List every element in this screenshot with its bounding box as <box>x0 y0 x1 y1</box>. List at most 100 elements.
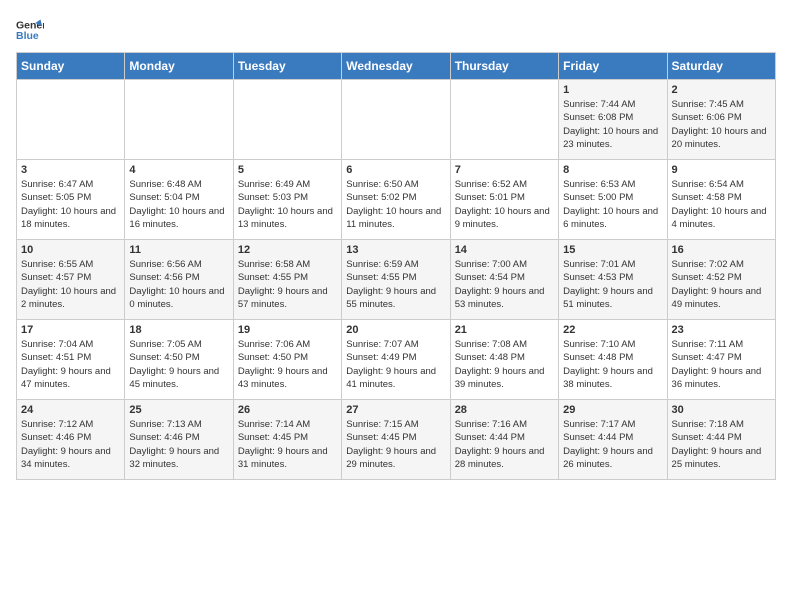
day-cell: 21 Sunrise: 7:08 AMSunset: 4:48 PMDayligh… <box>450 320 558 400</box>
day-cell <box>125 80 233 160</box>
day-number: 30 <box>672 404 771 416</box>
day-info: Sunrise: 7:05 AMSunset: 4:50 PMDaylight:… <box>129 338 228 391</box>
day-cell: 18 Sunrise: 7:05 AMSunset: 4:50 PMDayligh… <box>125 320 233 400</box>
day-cell: 7 Sunrise: 6:52 AMSunset: 5:01 PMDaylight… <box>450 160 558 240</box>
day-number: 17 <box>21 324 120 336</box>
week-row-3: 10 Sunrise: 6:55 AMSunset: 4:57 PMDayligh… <box>17 240 776 320</box>
day-info: Sunrise: 7:00 AMSunset: 4:54 PMDaylight:… <box>455 258 554 311</box>
header-cell-friday: Friday <box>559 53 667 80</box>
day-info: Sunrise: 6:55 AMSunset: 4:57 PMDaylight:… <box>21 258 120 311</box>
day-cell: 20Sunrise: 7:07 AMSunset: 4:49 PMDayligh… <box>342 320 450 400</box>
day-number: 10 <box>21 244 120 256</box>
day-cell: 29 Sunrise: 7:17 AMSunset: 4:44 PMDayligh… <box>559 400 667 480</box>
day-cell <box>233 80 341 160</box>
day-number: 27 <box>346 404 445 416</box>
day-cell <box>342 80 450 160</box>
day-cell: 8 Sunrise: 6:53 AMSunset: 5:00 PMDaylight… <box>559 160 667 240</box>
day-number: 6 <box>346 164 445 176</box>
day-number: 13 <box>346 244 445 256</box>
day-info: Sunrise: 7:11 AMSunset: 4:47 PMDaylight:… <box>672 338 771 391</box>
day-info: Sunrise: 7:13 AMSunset: 4:46 PMDaylight:… <box>129 418 228 471</box>
day-info: Sunrise: 6:50 AMSunset: 5:02 PMDaylight:… <box>346 178 445 231</box>
day-number: 21 <box>455 324 554 336</box>
day-number: 25 <box>129 404 228 416</box>
day-cell: 11 Sunrise: 6:56 AMSunset: 4:56 PMDayligh… <box>125 240 233 320</box>
day-info: Sunrise: 6:49 AMSunset: 5:03 PMDaylight:… <box>238 178 337 231</box>
day-cell: 6 Sunrise: 6:50 AMSunset: 5:02 PMDaylight… <box>342 160 450 240</box>
day-number: 23 <box>672 324 771 336</box>
day-info: Sunrise: 7:01 AMSunset: 4:53 PMDaylight:… <box>563 258 662 311</box>
day-info: Sunrise: 6:47 AMSunset: 5:05 PMDaylight:… <box>21 178 120 231</box>
day-info: Sunrise: 7:14 AMSunset: 4:45 PMDaylight:… <box>238 418 337 471</box>
day-info: Sunrise: 6:48 AMSunset: 5:04 PMDaylight:… <box>129 178 228 231</box>
day-number: 26 <box>238 404 337 416</box>
day-cell: 23 Sunrise: 7:11 AMSunset: 4:47 PMDayligh… <box>667 320 775 400</box>
header-cell-tuesday: Tuesday <box>233 53 341 80</box>
day-number: 18 <box>129 324 228 336</box>
day-number: 14 <box>455 244 554 256</box>
day-number: 15 <box>563 244 662 256</box>
day-info: Sunrise: 6:58 AMSunset: 4:55 PMDaylight:… <box>238 258 337 311</box>
day-info: Sunrise: 6:52 AMSunset: 5:01 PMDaylight:… <box>455 178 554 231</box>
day-cell: 19 Sunrise: 7:06 AMSunset: 4:50 PMDayligh… <box>233 320 341 400</box>
day-cell: 10 Sunrise: 6:55 AMSunset: 4:57 PMDayligh… <box>17 240 125 320</box>
day-cell: 13 Sunrise: 6:59 AMSunset: 4:55 PMDayligh… <box>342 240 450 320</box>
header-cell-thursday: Thursday <box>450 53 558 80</box>
week-row-5: 24Sunrise: 7:12 AMSunset: 4:46 PMDayligh… <box>17 400 776 480</box>
day-info: Sunrise: 7:15 AMSunset: 4:45 PMDaylight:… <box>346 418 445 471</box>
header-cell-saturday: Saturday <box>667 53 775 80</box>
day-number: 5 <box>238 164 337 176</box>
day-number: 28 <box>455 404 554 416</box>
day-number: 3 <box>21 164 120 176</box>
day-info: Sunrise: 7:02 AMSunset: 4:52 PMDaylight:… <box>672 258 771 311</box>
day-info: Sunrise: 7:17 AMSunset: 4:44 PMDaylight:… <box>563 418 662 471</box>
logo-icon: General Blue <box>16 16 44 44</box>
day-number: 29 <box>563 404 662 416</box>
day-info: Sunrise: 6:53 AMSunset: 5:00 PMDaylight:… <box>563 178 662 231</box>
header-cell-monday: Monday <box>125 53 233 80</box>
day-cell: 27 Sunrise: 7:15 AMSunset: 4:45 PMDayligh… <box>342 400 450 480</box>
day-info: Sunrise: 6:59 AMSunset: 4:55 PMDaylight:… <box>346 258 445 311</box>
day-number: 12 <box>238 244 337 256</box>
day-cell: 2 Sunrise: 7:45 AMSunset: 6:06 PMDaylight… <box>667 80 775 160</box>
day-number: 8 <box>563 164 662 176</box>
week-row-2: 3 Sunrise: 6:47 AMSunset: 5:05 PMDaylight… <box>17 160 776 240</box>
calendar-body: 1Sunrise: 7:44 AMSunset: 6:08 PMDaylight… <box>17 80 776 480</box>
day-cell: 9Sunrise: 6:54 AMSunset: 4:58 PMDaylight… <box>667 160 775 240</box>
day-number: 2 <box>672 84 771 96</box>
day-cell: 22 Sunrise: 7:10 AMSunset: 4:48 PMDayligh… <box>559 320 667 400</box>
day-number: 9 <box>672 164 771 176</box>
day-info: Sunrise: 7:12 AMSunset: 4:46 PMDaylight:… <box>21 418 120 471</box>
day-number: 7 <box>455 164 554 176</box>
day-cell: 26 Sunrise: 7:14 AMSunset: 4:45 PMDayligh… <box>233 400 341 480</box>
day-cell: 14 Sunrise: 7:00 AMSunset: 4:54 PMDayligh… <box>450 240 558 320</box>
day-cell: 4 Sunrise: 6:48 AMSunset: 5:04 PMDaylight… <box>125 160 233 240</box>
day-cell: 25 Sunrise: 7:13 AMSunset: 4:46 PMDayligh… <box>125 400 233 480</box>
header: General Blue <box>16 16 776 44</box>
day-number: 11 <box>129 244 228 256</box>
day-cell: 1Sunrise: 7:44 AMSunset: 6:08 PMDaylight… <box>559 80 667 160</box>
day-number: 4 <box>129 164 228 176</box>
day-info: Sunrise: 7:45 AMSunset: 6:06 PMDaylight:… <box>672 98 771 151</box>
day-info: Sunrise: 7:16 AMSunset: 4:44 PMDaylight:… <box>455 418 554 471</box>
day-cell: 17Sunrise: 7:04 AMSunset: 4:51 PMDayligh… <box>17 320 125 400</box>
day-cell: 28 Sunrise: 7:16 AMSunset: 4:44 PMDayligh… <box>450 400 558 480</box>
day-info: Sunrise: 7:06 AMSunset: 4:50 PMDaylight:… <box>238 338 337 391</box>
day-cell: 12 Sunrise: 6:58 AMSunset: 4:55 PMDayligh… <box>233 240 341 320</box>
day-number: 16 <box>672 244 771 256</box>
day-number: 1 <box>563 84 662 96</box>
day-info: Sunrise: 6:56 AMSunset: 4:56 PMDaylight:… <box>129 258 228 311</box>
day-cell: 15 Sunrise: 7:01 AMSunset: 4:53 PMDayligh… <box>559 240 667 320</box>
calendar-header-row: SundayMondayTuesdayWednesdayThursdayFrid… <box>17 53 776 80</box>
day-number: 22 <box>563 324 662 336</box>
day-cell: 30 Sunrise: 7:18 AMSunset: 4:44 PMDayligh… <box>667 400 775 480</box>
calendar-table: SundayMondayTuesdayWednesdayThursdayFrid… <box>16 52 776 480</box>
day-info: Sunrise: 7:07 AMSunset: 4:49 PMDaylight:… <box>346 338 445 391</box>
header-cell-wednesday: Wednesday <box>342 53 450 80</box>
day-cell: 5 Sunrise: 6:49 AMSunset: 5:03 PMDaylight… <box>233 160 341 240</box>
day-info: Sunrise: 7:10 AMSunset: 4:48 PMDaylight:… <box>563 338 662 391</box>
day-info: Sunrise: 7:18 AMSunset: 4:44 PMDaylight:… <box>672 418 771 471</box>
day-info: Sunrise: 7:08 AMSunset: 4:48 PMDaylight:… <box>455 338 554 391</box>
header-cell-sunday: Sunday <box>17 53 125 80</box>
day-number: 19 <box>238 324 337 336</box>
